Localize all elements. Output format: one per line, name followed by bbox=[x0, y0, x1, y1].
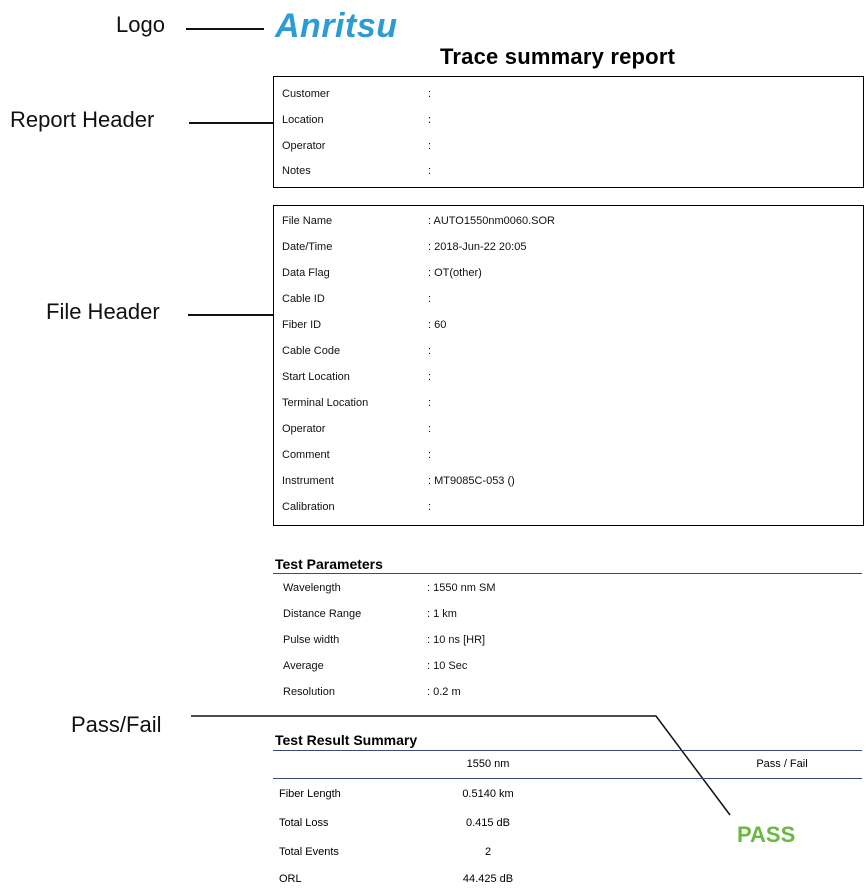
param-label: Pulse width bbox=[283, 634, 340, 646]
result-value: 2 bbox=[484, 846, 492, 858]
field-value: : bbox=[428, 140, 432, 152]
test-result-summary-title: Test Result Summary bbox=[275, 732, 418, 748]
field-value: : bbox=[428, 88, 432, 100]
column-header-rule bbox=[273, 778, 862, 779]
field-value: : OT(other) bbox=[428, 267, 482, 279]
test-parameters-rule bbox=[273, 573, 862, 574]
param-value: : 0.2 m bbox=[427, 686, 461, 698]
field-value: : AUTO1550nm0060.SOR bbox=[428, 215, 555, 227]
result-value: 44.425 dB bbox=[462, 873, 514, 885]
field-label: Location bbox=[282, 114, 324, 126]
field-value: : bbox=[428, 293, 432, 305]
field-label: Terminal Location bbox=[282, 397, 369, 409]
field-value: : bbox=[428, 165, 432, 177]
field-label: Calibration bbox=[282, 501, 335, 513]
field-label: Comment bbox=[282, 449, 330, 461]
result-label: Total Events bbox=[279, 846, 339, 858]
field-value: : bbox=[428, 114, 432, 126]
result-label: Total Loss bbox=[279, 817, 329, 829]
report-header-box: Customer : Location : Operator : Notes : bbox=[273, 76, 864, 188]
field-label: Customer bbox=[282, 88, 330, 100]
param-value: : 1550 nm SM bbox=[427, 582, 496, 594]
param-label: Wavelength bbox=[283, 582, 341, 594]
param-label: Average bbox=[283, 660, 324, 672]
field-value: : bbox=[428, 371, 432, 383]
param-value: : 10 ns [HR] bbox=[427, 634, 486, 646]
pass-fail-result: PASS bbox=[737, 822, 796, 847]
anritsu-logo: Anritsu bbox=[273, 3, 413, 50]
result-label: ORL bbox=[279, 873, 302, 885]
field-label: Date/Time bbox=[282, 241, 333, 253]
param-value: : 1 km bbox=[427, 608, 457, 620]
field-label: Operator bbox=[282, 140, 326, 152]
field-value: : 60 bbox=[428, 319, 447, 331]
result-value: 0.415 dB bbox=[465, 817, 511, 829]
field-value: : bbox=[428, 423, 432, 435]
field-label: Instrument bbox=[282, 475, 334, 487]
field-value: : bbox=[428, 397, 432, 409]
field-label: File Name bbox=[282, 215, 333, 227]
report-title: Trace summary report bbox=[440, 44, 676, 69]
param-label: Resolution bbox=[283, 686, 335, 698]
field-label: Fiber ID bbox=[282, 319, 322, 331]
field-label: Notes bbox=[282, 165, 311, 177]
field-label: Start Location bbox=[282, 371, 350, 383]
column-header-pass-fail: Pass / Fail bbox=[756, 758, 808, 770]
test-parameters-title: Test Parameters bbox=[275, 556, 383, 572]
field-value: : bbox=[428, 449, 432, 461]
result-value: 0.5140 km bbox=[462, 788, 514, 800]
field-label: Cable ID bbox=[282, 293, 325, 305]
param-value: : 10 Sec bbox=[427, 660, 468, 672]
field-value: : bbox=[428, 501, 432, 513]
field-value: : MT9085C-053 () bbox=[428, 475, 515, 487]
file-header-box: File Name : AUTO1550nm0060.SOR Date/Time:… bbox=[273, 205, 864, 526]
field-value: : 2018-Jun-22 20:05 bbox=[428, 241, 527, 253]
field-label: Data Flag bbox=[282, 267, 330, 279]
logo-wordmark: Anritsu bbox=[274, 7, 398, 45]
result-label: Fiber Length bbox=[279, 788, 341, 800]
field-label: Operator bbox=[282, 423, 326, 435]
test-result-summary-rule bbox=[273, 750, 862, 751]
field-label: Cable Code bbox=[282, 345, 341, 357]
column-header-1550nm: 1550 nm bbox=[466, 758, 510, 770]
field-value: : bbox=[428, 345, 432, 357]
param-label: Distance Range bbox=[283, 608, 362, 620]
